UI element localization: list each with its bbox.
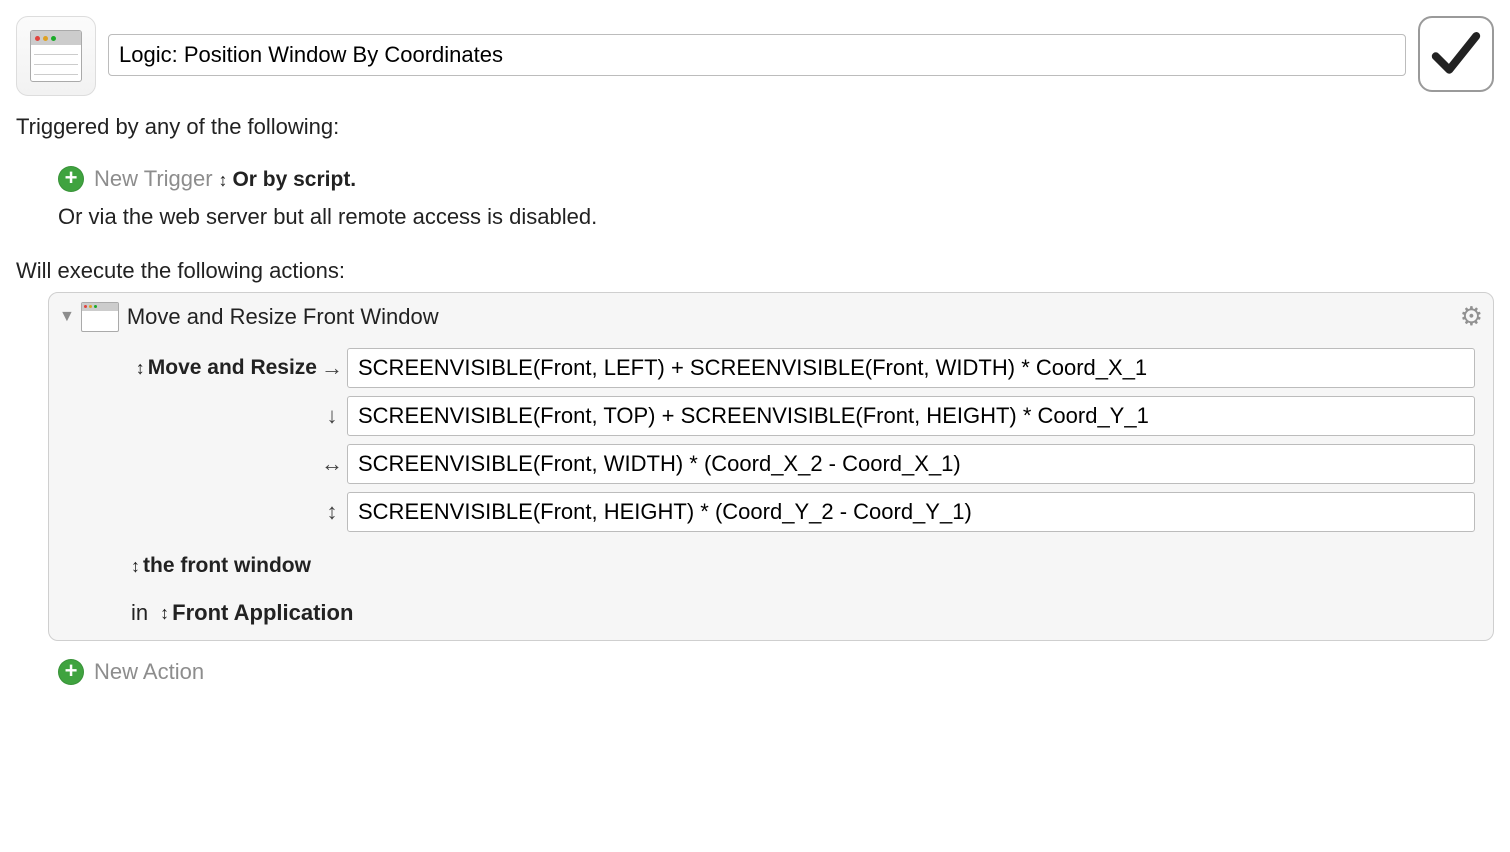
new-action-label: New Action xyxy=(94,659,204,685)
action-window-icon xyxy=(81,302,119,332)
macro-icon[interactable] xyxy=(16,16,96,96)
or-by-script-selector[interactable]: ↕ Or by script. xyxy=(218,168,356,192)
arrow-leftright-icon: ↔ xyxy=(317,451,347,477)
y-expression-input[interactable] xyxy=(347,396,1475,436)
window-icon xyxy=(30,30,82,82)
new-action-button[interactable]: New Action xyxy=(58,659,204,685)
or-by-script-label: Or by script. xyxy=(232,168,356,192)
operation-selector[interactable]: ↕ Move and Resize xyxy=(136,356,317,380)
updown-icon: ↕ xyxy=(218,170,224,191)
disclosure-triangle-icon[interactable]: ▼ xyxy=(59,308,75,326)
new-trigger-label: New Trigger xyxy=(94,166,213,192)
new-trigger-button[interactable]: New Trigger xyxy=(58,166,213,192)
action-card: ▼ Move and Resize Front Window ⚙ ↕ Move … xyxy=(48,292,1494,641)
width-expression-input[interactable] xyxy=(347,444,1475,484)
plus-icon xyxy=(58,659,84,685)
checkmark-icon xyxy=(1429,27,1483,81)
window-target-label: the front window xyxy=(143,554,311,578)
web-server-note: Or via the web server but all remote acc… xyxy=(58,204,1494,230)
height-expression-input[interactable] xyxy=(347,492,1475,532)
in-label: in xyxy=(131,600,148,626)
plus-icon xyxy=(58,166,84,192)
arrow-right-icon: → xyxy=(317,355,347,381)
application-target-selector[interactable]: ↕ Front Application xyxy=(160,600,353,626)
arrow-down-icon: ↓ xyxy=(317,403,347,429)
operation-label: Move and Resize xyxy=(148,356,317,380)
x-expression-input[interactable] xyxy=(347,348,1475,388)
triggers-header: Triggered by any of the following: xyxy=(16,114,1494,140)
arrow-updown-icon: ↕ xyxy=(317,499,347,525)
gear-icon[interactable]: ⚙ xyxy=(1460,301,1483,332)
application-target-label: Front Application xyxy=(172,600,353,626)
actions-header: Will execute the following actions: xyxy=(16,258,1494,284)
macro-name-input[interactable] xyxy=(108,34,1406,76)
updown-icon: ↕ xyxy=(131,556,137,577)
macro-enabled-toggle[interactable] xyxy=(1418,16,1494,92)
updown-icon: ↕ xyxy=(160,603,166,624)
window-target-selector[interactable]: ↕ the front window xyxy=(131,554,311,578)
action-title: Move and Resize Front Window xyxy=(127,304,1460,330)
updown-icon: ↕ xyxy=(136,358,142,379)
